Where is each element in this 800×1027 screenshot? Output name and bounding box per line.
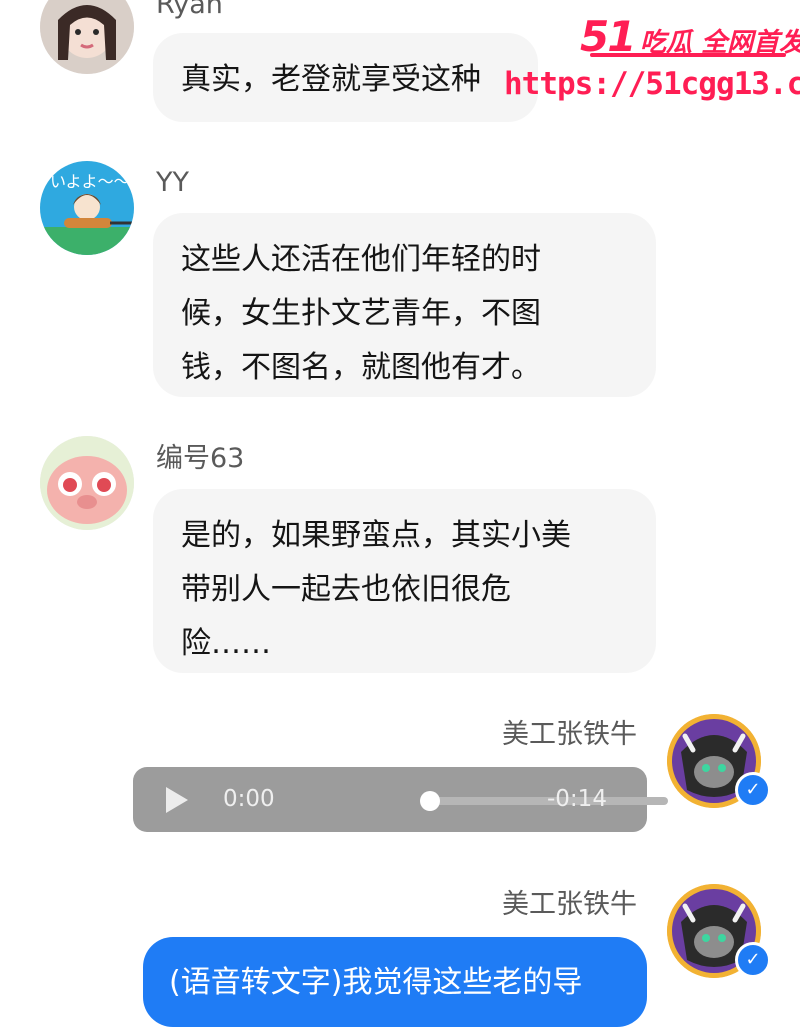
avatar-yy[interactable]: いよよ〜〜 — [40, 161, 134, 255]
message-line: 候，女生扑文艺青年，不图 — [181, 296, 541, 331]
avatar-yy-image: いよよ〜〜 — [40, 161, 134, 255]
message-line: 带别人一起去也依旧很危 — [181, 572, 511, 607]
sender-name: YY — [156, 167, 189, 198]
sender-name: 美工张铁牛 — [502, 889, 637, 920]
message-bubble[interactable]: 真实，老登就享受这种 — [153, 33, 538, 122]
message-line: 这些人还活在他们年轻的时 — [181, 242, 541, 277]
audio-remaining-time: -0:14 — [547, 786, 607, 812]
message-line: 险…… — [181, 626, 271, 661]
message-bubble[interactable]: 这些人还活在他们年轻的时 候，女生扑文艺青年，不图 钱，不图名，就图他有才。 — [153, 213, 656, 397]
audio-current-time: 0:00 — [223, 786, 275, 812]
verified-badge-icon: ✓ — [735, 942, 771, 978]
sender-name: Ryan — [156, 0, 223, 20]
avatar-bianhao63[interactable] — [40, 436, 134, 530]
sender-name: 美工张铁牛 — [502, 719, 637, 750]
message-bubble[interactable]: 是的，如果野蛮点，其实小美 带别人一起去也依旧很危 险…… — [153, 489, 656, 673]
svg-text:いよよ〜〜: いよよ〜〜 — [50, 172, 130, 191]
voice-message-player[interactable]: 0:00 -0:14 — [133, 767, 668, 832]
watermark-url: https://51cgg13.com — [504, 66, 800, 102]
play-icon[interactable] — [166, 787, 188, 813]
audio-progress-handle[interactable] — [420, 791, 440, 811]
verified-badge-icon: ✓ — [735, 772, 771, 808]
transcript-text: (语音转文字)我觉得这些老的导 — [169, 965, 583, 1000]
avatar-ryan-image — [40, 0, 134, 74]
message-line: 是的，如果野蛮点，其实小美 — [181, 518, 571, 553]
watermark-underline — [590, 53, 786, 57]
avatar-bianhao63-image — [40, 436, 134, 530]
avatar-ryan[interactable] — [40, 0, 134, 74]
message-line: 真实，老登就享受这种 — [181, 62, 481, 97]
sender-name: 编号63 — [156, 443, 245, 474]
transcript-bubble[interactable]: (语音转文字)我觉得这些老的导 — [143, 937, 647, 1027]
message-line: 钱，不图名，就图他有才。 — [181, 350, 541, 385]
